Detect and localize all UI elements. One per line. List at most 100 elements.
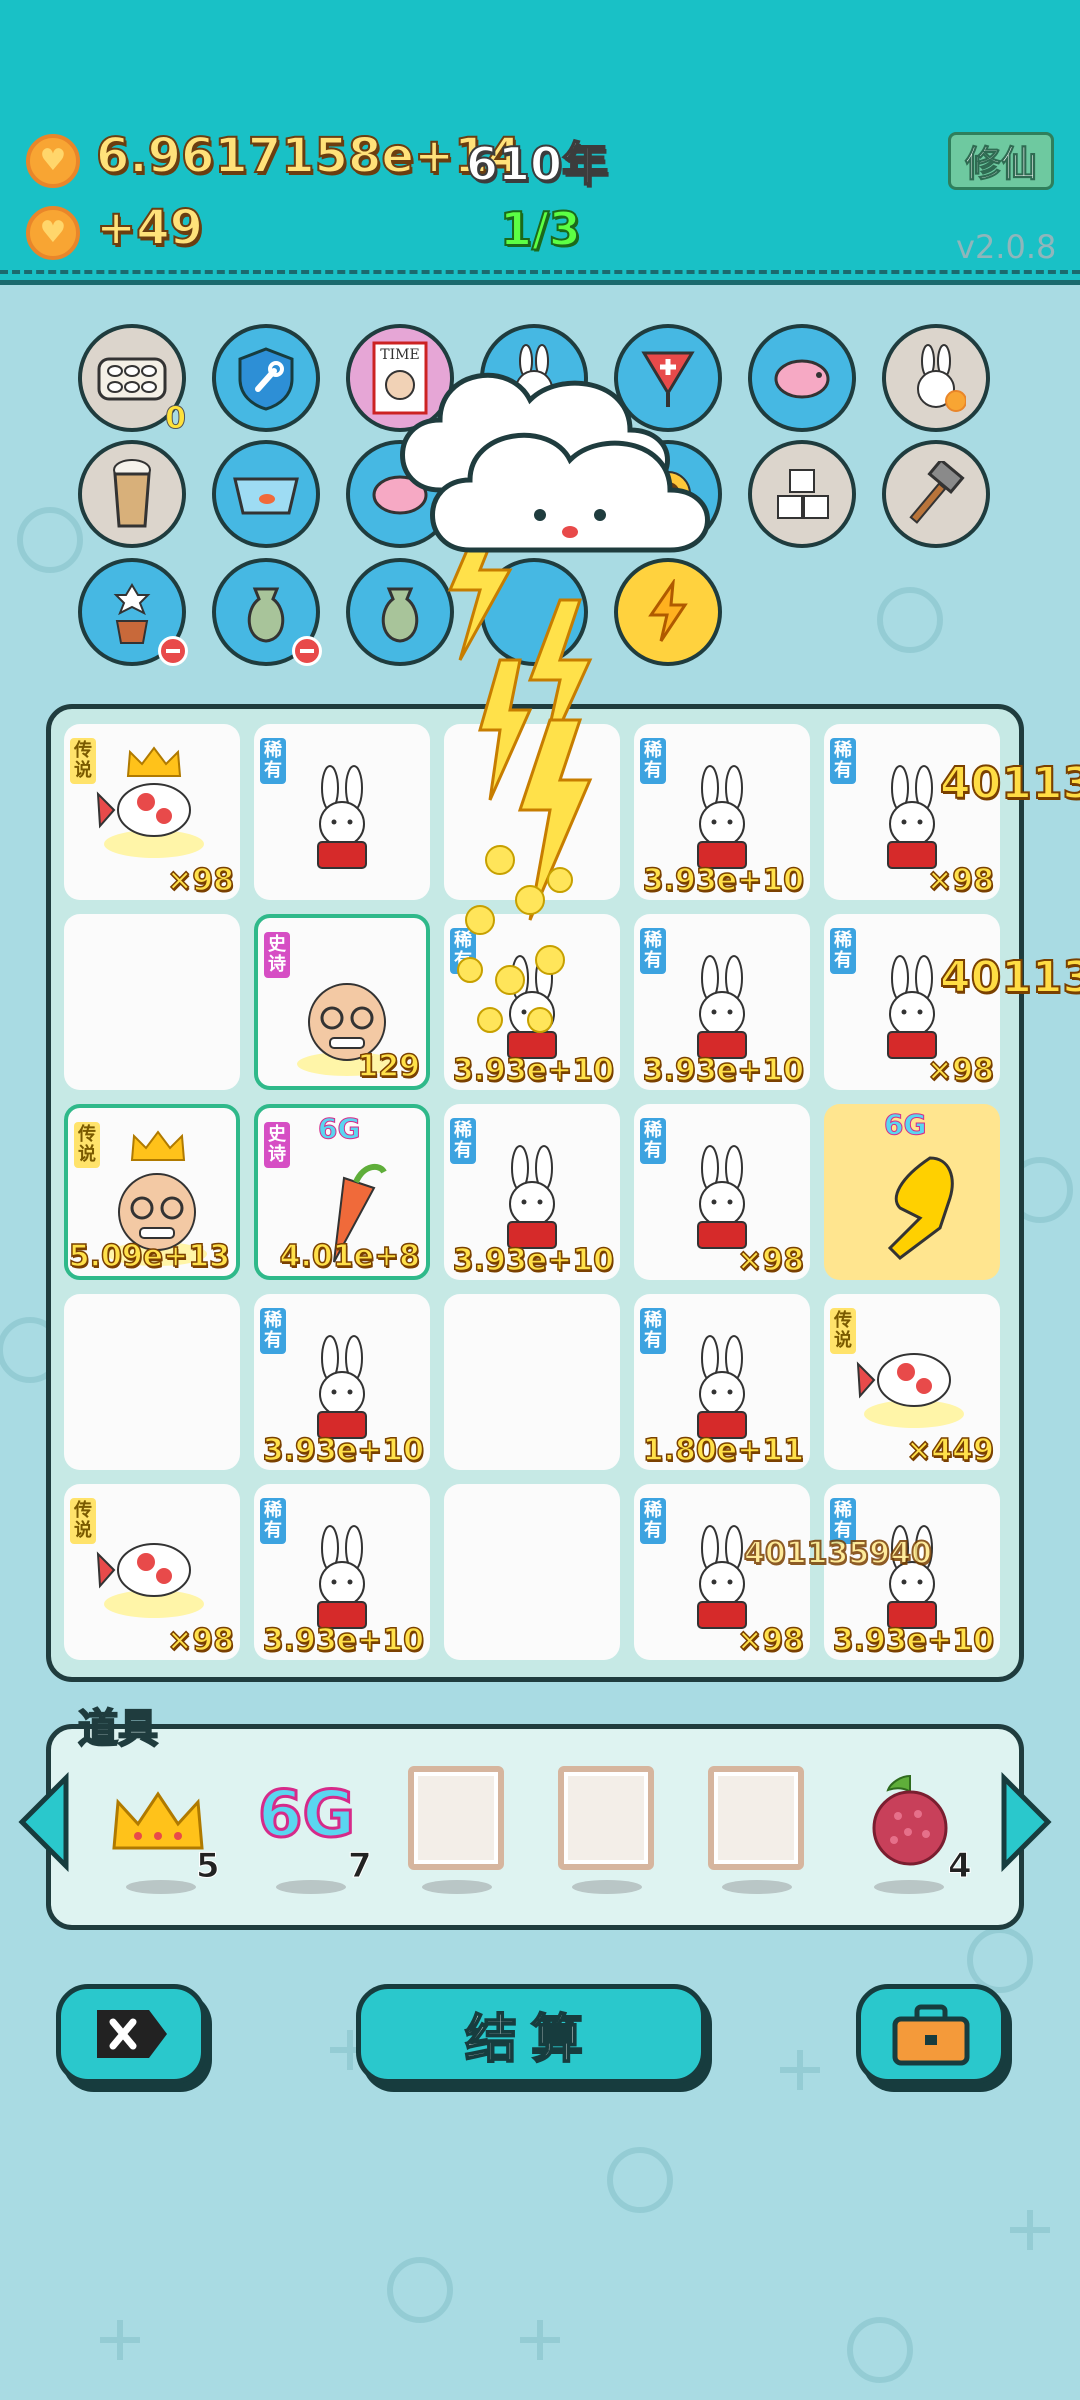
rarity-badge: 稀有 (640, 738, 666, 784)
unknown-skill-icon[interactable] (480, 558, 588, 666)
rarity-badge: 稀有 (260, 1498, 286, 1544)
cell-value: ×98 (926, 1052, 994, 1089)
money-bag-icon[interactable] (346, 558, 454, 666)
rarity-badge: 稀有 (260, 1308, 286, 1354)
rarity-badge: 传说 (70, 738, 96, 784)
rarity-badge: 稀有 (260, 738, 286, 784)
coin-total: 6.9617158e+14 (95, 127, 522, 185)
page-indicator: 1/3 (499, 201, 582, 257)
board-cell[interactable]: 稀有 1.80e+11 (634, 1294, 810, 1470)
floating-coin-value: 401135940 (743, 1535, 933, 1572)
board-cell[interactable]: 稀有 3.93e+10 (634, 724, 810, 900)
cell-value: ×449 (905, 1432, 994, 1469)
board-cell[interactable]: 稀有 ×98 (824, 724, 1000, 900)
board-cell-empty[interactable] (444, 1294, 620, 1470)
cell-value: 3.93e+10 (832, 1622, 995, 1659)
board-cell[interactable]: 史诗 6G 4.01e+8 (254, 1104, 430, 1280)
coin-icon: ♥ (26, 134, 80, 188)
item-shadow (874, 1880, 944, 1894)
board-cell[interactable]: 传说 ×449 (824, 1294, 1000, 1470)
empty-box-icon[interactable] (708, 1766, 804, 1870)
board-cell-empty[interactable] (444, 724, 620, 900)
bag-button[interactable] (856, 1984, 1006, 2084)
item-shadow (722, 1880, 792, 1894)
rarity-badge: 传说 (70, 1498, 96, 1544)
svg-text:TIME: TIME (380, 347, 419, 363)
health-potion-icon[interactable] (614, 324, 722, 432)
time-magazine-icon[interactable]: TIME (346, 324, 454, 432)
cell-value: 3.93e+10 (262, 1432, 425, 1469)
rarity-badge: 稀有 (450, 1118, 476, 1164)
board-cell-empty[interactable] (64, 1294, 240, 1470)
top-bar: ♥ 6.9617158e+14 610年 ♥ +49 1/3 修仙 v2.0.8 (0, 0, 1080, 285)
lychee-icon (872, 1774, 948, 1866)
cell-value: ×98 (736, 1242, 804, 1279)
cell-value: ×98 (926, 862, 994, 899)
rarity-badge: 稀有 (830, 738, 856, 784)
floating-coin-value: 401135 (939, 951, 1080, 1004)
board-cell[interactable]: 传说 5.09e+13 (64, 1104, 240, 1280)
cell-value: 4.01e+8 (279, 1238, 421, 1275)
money-bag-icon[interactable] (212, 558, 322, 666)
board-cell[interactable]: 稀有 3.93e+10 (634, 914, 810, 1090)
rabbit-icon[interactable] (480, 324, 588, 432)
hammer-icon[interactable] (882, 440, 990, 548)
item-shadow (126, 1880, 196, 1894)
wrench-shield-icon[interactable] (212, 324, 320, 432)
flower-pot-icon[interactable] (78, 558, 188, 666)
rarity-badge: 稀有 (640, 1498, 666, 1544)
item-count: 7 (348, 1846, 373, 1887)
board-cell[interactable]: 6G (824, 1104, 1000, 1280)
board-cell[interactable]: 传说 ×98 (64, 1484, 240, 1660)
item-count: 5 (196, 1846, 221, 1887)
boost-tag: 6G (317, 1112, 361, 1146)
board-cell-empty[interactable] (64, 914, 240, 1090)
items-label: 道具 (77, 1705, 159, 1753)
board-cell-empty[interactable] (444, 1484, 620, 1660)
lightning-icon[interactable] (614, 558, 722, 666)
piggy-bank-icon[interactable] (748, 324, 856, 432)
board-cell[interactable]: 稀有 3.93e+10 (254, 1294, 430, 1470)
arrow-left-icon[interactable] (14, 1772, 74, 1872)
xiuxian-button[interactable]: 修仙 (948, 132, 1054, 190)
remove-badge[interactable] (292, 636, 322, 666)
board-cell[interactable]: 稀有 3.93e+10 (824, 1484, 1000, 1660)
remove-badge[interactable] (158, 636, 188, 666)
crown-icon (112, 1791, 204, 1850)
rarity-badge: 稀有 (640, 1308, 666, 1354)
egg-tray-icon[interactable]: 0 (78, 324, 186, 437)
sunflower-icon[interactable] (614, 440, 722, 548)
empty-box-icon[interactable] (408, 1766, 504, 1870)
item-shadow (422, 1880, 492, 1894)
cell-value: 3.93e+10 (642, 1052, 805, 1089)
board-cell[interactable]: 稀有 ×98 (634, 1484, 810, 1660)
rarity-badge: 传说 (74, 1122, 100, 1168)
coin-income: +49 (95, 199, 204, 257)
board-cell[interactable]: 传说 ×98 (64, 724, 240, 900)
bubble-tea-icon[interactable] (78, 440, 186, 548)
header-divider (0, 270, 1080, 280)
board-cell[interactable]: 史诗 129 (254, 914, 430, 1090)
board-cell[interactable]: 稀有 (254, 724, 430, 900)
sugar-cubes-icon[interactable] (748, 440, 856, 548)
cell-value: 5.09e+13 (68, 1238, 231, 1275)
cell-value: ×98 (166, 862, 234, 899)
close-button[interactable] (56, 1984, 206, 2084)
rabbit-coin-icon[interactable] (882, 324, 990, 432)
settle-button[interactable]: 结算 (356, 1984, 706, 2084)
board-cell[interactable]: 稀有 3.93e+10 (444, 1104, 620, 1280)
arrow-right-icon[interactable] (996, 1772, 1056, 1872)
board-cell[interactable]: 稀有 3.93e+10 (254, 1484, 430, 1660)
item-shadow (276, 1880, 346, 1894)
version-label: v2.0.8 (956, 228, 1057, 266)
fish-bowl-icon[interactable] (212, 440, 320, 548)
item-shadow (572, 1880, 642, 1894)
cell-value: 3.93e+10 (452, 1052, 615, 1089)
year-counter: 610年 (465, 136, 609, 192)
piggy-bank-icon[interactable] (346, 440, 454, 548)
cell-value: ×98 (166, 1622, 234, 1659)
board-cell[interactable]: 稀有 ×98 (634, 1104, 810, 1280)
empty-box-icon[interactable] (558, 1766, 654, 1870)
board-cell[interactable]: 稀有 3.93e+10 (444, 914, 620, 1090)
rarity-badge: 史诗 (264, 932, 290, 978)
